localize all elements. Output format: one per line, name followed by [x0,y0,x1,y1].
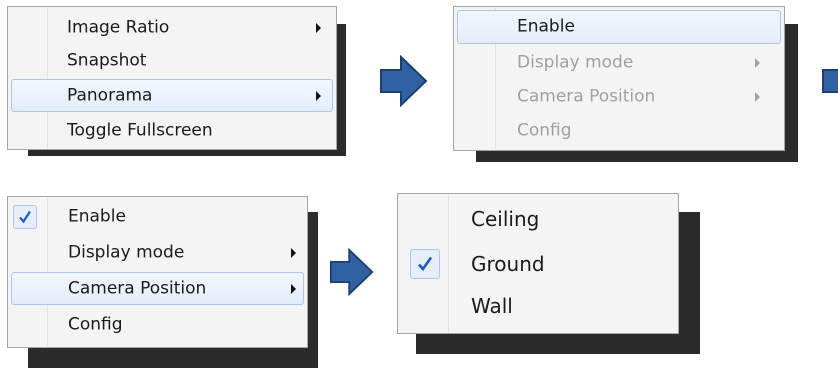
menu-item-camera-position[interactable]: Camera Position [11,272,304,305]
menu-item-enable-checked[interactable]: Enable [11,200,304,234]
right-arrow-icon [822,69,838,93]
menu-item-label: Display mode [517,52,634,73]
menu-item-ground-checked[interactable]: Ground [401,244,675,284]
menu-item-label: Display mode [68,242,185,263]
menu-item-image-ratio[interactable]: Image Ratio [11,12,333,44]
menu-item-label: Toggle Fullscreen [67,120,213,141]
menu-item-camera-position[interactable]: Camera Position [457,81,781,113]
menu-item-wall[interactable]: Wall [401,286,675,326]
menu-item-label: Panorama [67,85,153,105]
chevron-right-icon [291,283,296,294]
context-menu-main: Image Ratio Snapshot Panorama Toggle Ful… [7,6,337,150]
menu-item-label: Image Ratio [67,17,170,38]
menu-item-label: Config [517,120,572,141]
menu-item-panorama[interactable]: Panorama [11,79,333,112]
menu-item-config[interactable]: Config [457,115,781,147]
camera-position-submenu: Ceiling Ground Wall [397,193,679,334]
panorama-submenu: Enable Display mode Camera Position Conf… [7,196,308,348]
menu-item-label: Snapshot [67,50,147,71]
menu-item-label: Ground [471,252,545,276]
menu-item-config[interactable]: Config [11,309,304,341]
menu-item-label: Ceiling [471,207,540,231]
chevron-right-icon [291,248,296,258]
panorama-submenu-disabled: Enable Display mode Camera Position Conf… [453,6,785,151]
chevron-right-icon [755,58,760,68]
chevron-right-icon [316,23,321,33]
menu-item-label: Camera Position [68,278,207,298]
chevron-right-icon [755,92,760,102]
menu-item-toggle-fullscreen[interactable]: Toggle Fullscreen [11,115,333,147]
menu-item-label: Config [68,314,123,335]
menu-item-display-mode[interactable]: Display mode [11,237,304,269]
checkmark-icon [410,249,440,279]
menu-item-snapshot[interactable]: Snapshot [11,45,333,77]
menu-item-label: Enable [68,206,126,227]
checkmark-icon [13,205,37,229]
menu-item-enable[interactable]: Enable [457,10,781,44]
menu-item-label: Wall [471,294,513,318]
menu-item-label: Enable [517,16,575,37]
menu-item-label: Camera Position [517,86,656,107]
right-arrow-icon [380,55,428,107]
menu-item-ceiling[interactable]: Ceiling [401,200,675,238]
chevron-right-icon [316,90,321,101]
right-arrow-icon [329,247,374,297]
menu-item-display-mode[interactable]: Display mode [457,47,781,79]
